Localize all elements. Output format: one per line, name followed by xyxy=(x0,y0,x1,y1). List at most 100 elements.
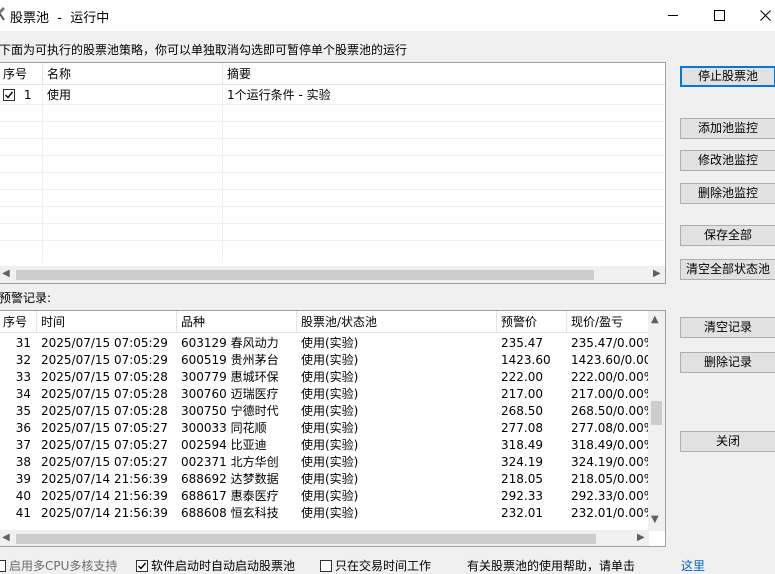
alert-index: 32 xyxy=(15,353,31,367)
alert-current: 222.00/0.00% xyxy=(571,370,649,384)
close-button[interactable]: 关闭 xyxy=(680,431,775,452)
alert-time: 2025/07/15 07:05:28 xyxy=(41,387,168,401)
scroll-right-icon[interactable]: ▶ xyxy=(653,268,661,279)
alert-symbol: 300779 惠城环保 xyxy=(181,370,279,384)
alert-label: 预警记录: xyxy=(0,291,52,305)
alert-price: 324.19 xyxy=(501,455,543,469)
alert-symbol: 600519 贵州茅台 xyxy=(181,353,279,367)
row-index: 1 xyxy=(23,88,32,102)
alert-price: 222.00 xyxy=(501,370,543,384)
alert-pool: 使用(实验) xyxy=(301,438,359,452)
alert-symbol: 300760 迈瑞医疗 xyxy=(181,387,279,401)
alert-pool: 使用(实验) xyxy=(301,506,359,520)
save-all-button[interactable]: 保存全部 xyxy=(680,225,775,246)
minimize-icon xyxy=(667,15,678,16)
alert-time: 2025/07/15 07:05:29 xyxy=(41,353,168,367)
alert-price: 318.49 xyxy=(501,438,543,452)
alert-time: 2025/07/15 07:05:28 xyxy=(41,404,168,418)
scroll-left-icon[interactable]: ◀ xyxy=(2,268,10,279)
alert-col-time[interactable]: 时间 xyxy=(37,311,177,333)
alert-index: 31 xyxy=(15,336,31,350)
maximize-icon xyxy=(713,10,725,21)
row-name: 使用 xyxy=(47,88,72,102)
strategy-hscroll-thumb[interactable] xyxy=(16,270,594,280)
scroll-up-icon[interactable]: ▲ xyxy=(651,314,659,325)
alert-price: 217.00 xyxy=(501,387,543,401)
alert-time: 2025/07/14 21:56:39 xyxy=(41,506,168,520)
alert-index: 40 xyxy=(15,489,31,503)
scroll-left-icon[interactable]: ◀ xyxy=(2,532,10,543)
alert-time: 2025/07/15 07:05:27 xyxy=(41,438,168,452)
add-monitor-button[interactable]: 添加池监控 xyxy=(680,118,775,139)
alert-price: 292.33 xyxy=(501,489,543,503)
edit-monitor-button[interactable]: 修改池监控 xyxy=(680,150,775,171)
alert-col-index[interactable]: 序号 xyxy=(0,311,37,333)
alert-col-current[interactable]: 现价/盈亏 xyxy=(567,311,649,333)
alert-symbol: 300750 宁德时代 xyxy=(181,404,279,418)
alert-current: 232.01/0.00% xyxy=(571,506,649,520)
alert-col-symbol[interactable]: 品种 xyxy=(177,311,297,333)
alert-pool: 使用(实验) xyxy=(301,336,359,350)
alert-index: 38 xyxy=(15,455,31,469)
alert-hscrollbar[interactable]: ◀ ▶ xyxy=(0,530,649,546)
alert-time: 2025/07/15 07:05:29 xyxy=(41,336,168,350)
alert-hscroll-thumb[interactable] xyxy=(16,534,596,544)
title-bar: 股票池 - 运行中 xyxy=(0,0,775,31)
alert-pool: 使用(实验) xyxy=(301,472,359,486)
alert-vscroll-thumb[interactable] xyxy=(651,401,662,425)
alert-index: 37 xyxy=(15,438,31,452)
alert-current: 324.19/0.00% xyxy=(571,455,649,469)
stop-pool-button[interactable]: 停止股票池 xyxy=(680,66,775,87)
clear-records-button[interactable]: 清空记录 xyxy=(680,317,775,338)
alert-current: 1423.60/0.00% xyxy=(571,353,649,367)
alert-price: 277.08 xyxy=(501,421,543,435)
alert-index: 34 xyxy=(15,387,31,401)
alert-price: 235.47 xyxy=(501,336,543,350)
col-header-index[interactable]: 序号 xyxy=(0,63,43,85)
close-icon xyxy=(759,10,771,21)
scroll-down-icon[interactable]: ▼ xyxy=(651,514,659,525)
alert-pool: 使用(实验) xyxy=(301,370,359,384)
alert-index: 41 xyxy=(15,506,31,520)
maximize-button[interactable] xyxy=(696,0,742,31)
multicore-checkbox[interactable] xyxy=(0,560,6,572)
row-checkbox[interactable] xyxy=(3,89,15,101)
alert-symbol: 688692 达梦数据 xyxy=(181,472,279,486)
strategy-table[interactable]: 序号 名称 摘要 1 使用 1个运行条件 - 实验 ◀ ▶ xyxy=(0,62,666,284)
alert-index: 35 xyxy=(15,404,31,418)
alert-current: 277.08/0.00% xyxy=(571,421,649,435)
alert-current: 235.47/0.00% xyxy=(571,336,649,350)
alert-pool: 使用(实验) xyxy=(301,489,359,503)
alert-time: 2025/07/15 07:05:27 xyxy=(41,421,168,435)
alert-index: 33 xyxy=(15,370,31,384)
alert-table[interactable]: 序号 时间 品种 股票池/状态池 预警价 现价/盈亏 31 2025/07/15 … xyxy=(0,310,666,547)
alert-price: 1423.60 xyxy=(501,353,551,367)
trading-hours-checkbox[interactable] xyxy=(320,560,332,572)
alert-symbol: 002594 比亚迪 xyxy=(181,438,267,452)
delete-record-button[interactable]: 删除记录 xyxy=(680,352,775,373)
alert-time: 2025/07/14 21:56:39 xyxy=(41,489,168,503)
alert-price: 232.01 xyxy=(501,506,543,520)
clear-status-pool-button[interactable]: 清空全部状态池 xyxy=(680,259,775,280)
alert-index: 36 xyxy=(15,421,31,435)
alert-pool: 使用(实验) xyxy=(301,353,359,367)
alert-current: 292.33/0.00% xyxy=(571,489,649,503)
col-header-summary[interactable]: 摘要 xyxy=(223,63,665,85)
minimize-button[interactable] xyxy=(650,0,696,31)
alert-pool: 使用(实验) xyxy=(301,404,359,418)
alert-col-pool[interactable]: 股票池/状态池 xyxy=(297,311,497,333)
alert-time: 2025/07/14 21:56:39 xyxy=(41,472,168,486)
row-summary: 1个运行条件 - 实验 xyxy=(227,88,331,102)
col-header-name[interactable]: 名称 xyxy=(43,63,223,85)
alert-vscrollbar[interactable]: ▲ ▼ xyxy=(648,311,665,531)
scroll-right-icon[interactable]: ▶ xyxy=(637,532,645,543)
delete-monitor-button[interactable]: 删除池监控 xyxy=(680,183,775,204)
strategy-hscrollbar[interactable]: ◀ ▶ xyxy=(0,266,665,283)
window-title: 股票池 - 运行中 xyxy=(10,11,110,26)
checkmark-icon xyxy=(138,562,147,570)
autostart-checkbox[interactable] xyxy=(136,560,148,572)
alert-pool: 使用(实验) xyxy=(301,387,359,401)
checkmark-icon xyxy=(5,91,14,99)
close-window-button[interactable] xyxy=(742,0,775,31)
alert-col-alert-price[interactable]: 预警价 xyxy=(497,311,567,333)
